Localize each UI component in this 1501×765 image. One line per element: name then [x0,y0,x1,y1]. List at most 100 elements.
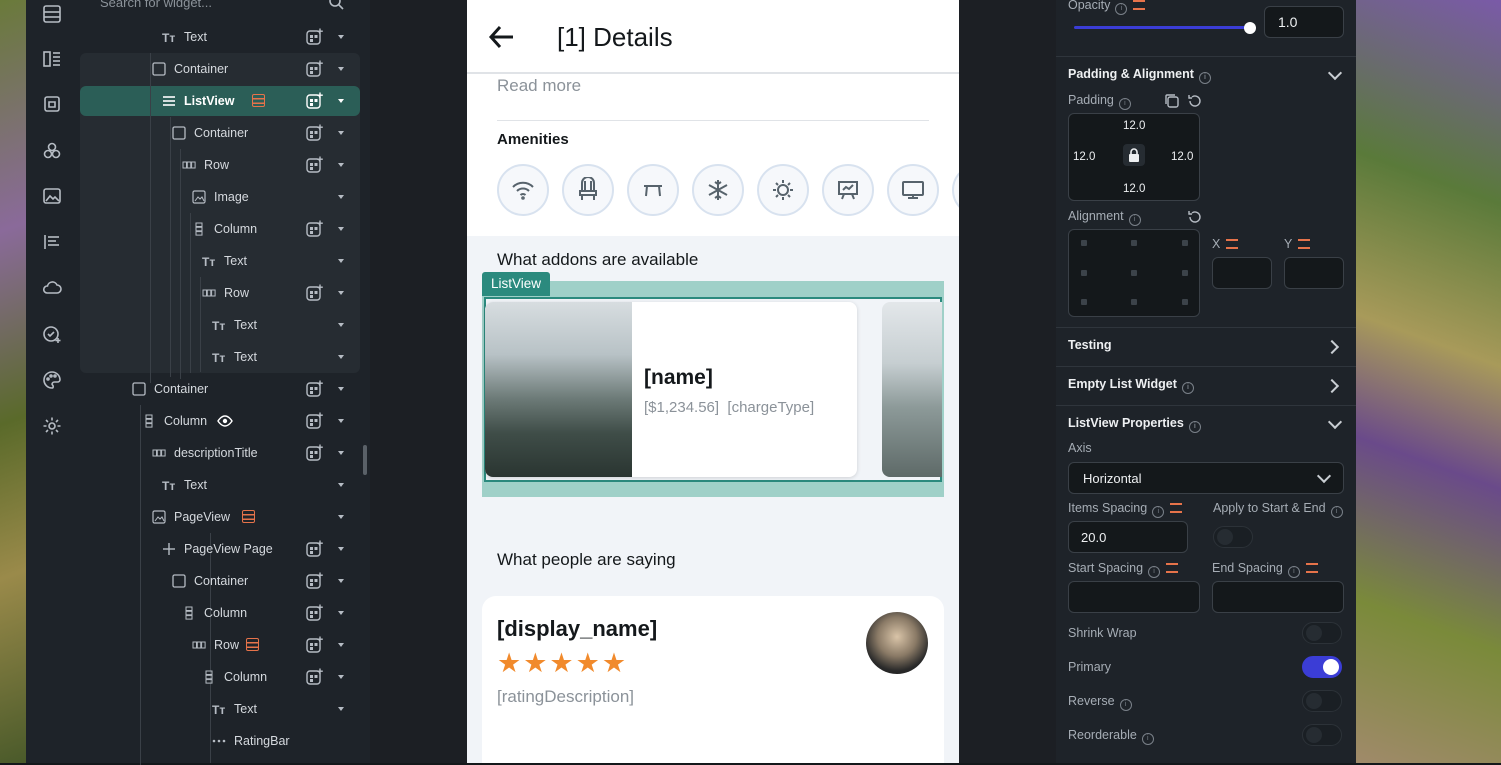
add-child-icon[interactable] [306,540,324,558]
tree-row[interactable]: Row [80,629,360,661]
caret-down-icon[interactable] [338,643,344,647]
add-child-icon[interactable] [306,604,324,622]
add-child-icon[interactable] [306,60,324,78]
search-icon[interactable] [328,0,344,10]
add-child-icon[interactable] [306,124,324,142]
alignment-grid[interactable] [1068,229,1200,317]
components-icon[interactable] [40,139,64,163]
settings-gear-icon[interactable] [40,414,64,438]
align-center-left[interactable] [1081,270,1087,276]
caret-down-icon[interactable] [338,259,344,263]
tree-row[interactable]: Container [80,373,360,405]
add-child-icon[interactable] [306,156,324,174]
empty-list-widget-header[interactable]: Empty List Widget i [1068,377,1194,394]
caret-down-icon[interactable] [338,579,344,583]
caret-down-icon[interactable] [338,291,344,295]
caret-down-icon[interactable] [338,611,344,615]
align-x-input[interactable] [1212,257,1272,289]
caret-down-icon[interactable] [338,195,344,199]
caret-down-icon[interactable] [338,35,344,39]
tune-icon[interactable] [1305,563,1318,573]
align-center[interactable] [1131,270,1137,276]
end-spacing-input[interactable] [1212,581,1344,613]
padding-editor[interactable]: 12.0 12.0 12.0 12.0 [1068,113,1200,201]
check-add-icon[interactable] [40,322,64,346]
add-child-icon[interactable] [306,668,324,686]
align-bottom-center[interactable] [1131,299,1137,305]
widget-palette-icon[interactable] [40,47,64,71]
cloud-icon[interactable] [40,276,64,300]
storyboard-icon[interactable] [40,230,64,254]
axis-dropdown[interactable]: Horizontal [1068,462,1344,494]
tune-icon[interactable] [1133,0,1146,10]
shrink-wrap-toggle[interactable] [1302,622,1342,644]
theme-palette-icon[interactable] [40,368,64,392]
add-child-icon[interactable] [306,284,324,302]
tree-row[interactable]: Tт Text [80,693,360,725]
tune-icon[interactable] [1166,563,1179,573]
tree-row[interactable]: Container [80,53,360,85]
add-child-icon[interactable] [306,572,324,590]
eye-icon[interactable] [217,413,234,429]
caret-down-icon[interactable] [338,67,344,71]
tree-row[interactable]: Row [80,149,360,181]
listview-properties-header[interactable]: ListView Properties i [1068,416,1201,433]
caret-down-icon[interactable] [338,419,344,423]
tree-row[interactable]: Tт Text [80,469,360,501]
items-spacing-input[interactable]: 20.0 [1068,521,1188,553]
tree-row[interactable]: Container [80,117,360,149]
opacity-input[interactable]: 1.0 [1264,6,1344,38]
add-child-icon[interactable] [306,412,324,430]
caret-down-icon[interactable] [338,131,344,135]
caret-down-icon[interactable] [338,387,344,391]
copy-icon[interactable] [1164,93,1180,109]
tree-row[interactable]: Tт Text [80,341,360,373]
tree-row[interactable]: Column [80,661,360,693]
padding-alignment-header[interactable]: Padding & Alignment i [1068,67,1211,84]
add-child-icon[interactable] [306,380,324,398]
caret-down-icon[interactable] [338,547,344,551]
caret-down-icon[interactable] [338,227,344,231]
align-bottom-right[interactable] [1182,299,1188,305]
tune-icon[interactable] [1170,503,1183,513]
caret-down-icon[interactable] [338,675,344,679]
reverse-toggle[interactable] [1302,690,1342,712]
caret-down-icon[interactable] [338,355,344,359]
add-child-icon[interactable] [306,220,324,238]
tree-scrollbar-track[interactable] [360,0,370,763]
tree-row[interactable]: Tт Text [80,21,360,53]
tree-row[interactable]: PageView Page [80,533,360,565]
tree-row[interactable]: ListView [80,85,360,117]
padding-bottom[interactable]: 12.0 [1123,183,1145,195]
tree-row[interactable]: Tт Text [80,245,360,277]
opacity-slider[interactable] [1074,26,1250,29]
review-card[interactable]: [display_name] ★★★★★ [ratingDescription] [482,596,944,763]
folder-icon[interactable] [40,92,64,116]
tree-row[interactable]: Container [80,565,360,597]
caret-down-icon[interactable] [338,99,344,103]
padding-top[interactable]: 12.0 [1123,120,1145,132]
align-y-input[interactable] [1284,257,1344,289]
add-child-icon[interactable] [306,444,324,462]
caret-down-icon[interactable] [338,163,344,167]
add-child-icon[interactable] [306,92,324,110]
tree-row[interactable]: Tт Text [80,309,360,341]
start-spacing-input[interactable] [1068,581,1200,613]
opacity-slider-thumb[interactable] [1244,22,1256,34]
reorderable-toggle[interactable] [1302,724,1342,746]
align-top-center[interactable] [1131,240,1137,246]
media-icon[interactable] [40,184,64,208]
align-center-right[interactable] [1182,270,1188,276]
add-child-icon[interactable] [306,28,324,46]
testing-header[interactable]: Testing [1068,338,1112,352]
tree-row[interactable]: Image [80,181,360,213]
align-bottom-left[interactable] [1081,299,1087,305]
caret-down-icon[interactable] [338,483,344,487]
caret-down-icon[interactable] [338,515,344,519]
padding-left[interactable]: 12.0 [1073,151,1095,163]
tune-icon[interactable] [1298,239,1311,249]
add-child-icon[interactable] [306,636,324,654]
tree-row[interactable]: Column [80,405,360,437]
align-top-left[interactable] [1081,240,1087,246]
reset-icon[interactable] [1187,209,1203,225]
